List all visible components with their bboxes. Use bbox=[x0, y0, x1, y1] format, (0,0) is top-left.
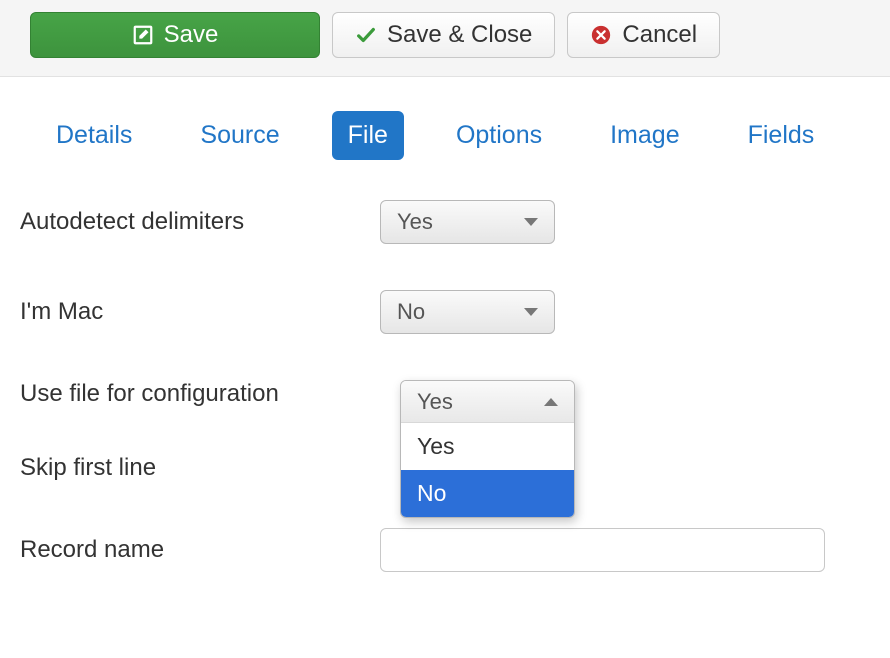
toolbar: Save Save & Close Cancel bbox=[0, 0, 890, 77]
tab-image[interactable]: Image bbox=[594, 111, 695, 160]
autodetect-select[interactable]: Yes bbox=[380, 200, 555, 244]
save-close-button[interactable]: Save & Close bbox=[332, 12, 555, 58]
im-mac-select-value: No bbox=[397, 299, 425, 325]
chevron-up-icon bbox=[544, 398, 558, 406]
tab-fields[interactable]: Fields bbox=[732, 111, 831, 160]
skip-first-label: Skip first line bbox=[20, 454, 380, 482]
tab-bar: Details Source File Options Image Fields bbox=[0, 77, 890, 160]
chevron-down-icon bbox=[524, 218, 538, 226]
record-name-input[interactable] bbox=[380, 528, 825, 572]
use-file-label: Use file for configuration bbox=[20, 380, 380, 408]
use-file-option-yes[interactable]: Yes bbox=[401, 423, 574, 470]
record-name-label: Record name bbox=[20, 536, 380, 564]
use-file-select-display: Yes bbox=[417, 389, 453, 415]
autodetect-label: Autodetect delimiters bbox=[20, 208, 380, 236]
save-button-label: Save bbox=[164, 23, 219, 47]
chevron-down-icon bbox=[524, 308, 538, 316]
tab-source[interactable]: Source bbox=[184, 111, 295, 160]
check-icon bbox=[355, 24, 377, 46]
cancel-icon bbox=[590, 24, 612, 46]
cancel-button[interactable]: Cancel bbox=[567, 12, 720, 58]
cancel-button-label: Cancel bbox=[622, 23, 697, 47]
use-file-select-open[interactable]: Yes Yes No bbox=[400, 380, 575, 518]
tab-file[interactable]: File bbox=[332, 111, 404, 160]
use-file-select-head[interactable]: Yes bbox=[401, 381, 574, 423]
tab-options[interactable]: Options bbox=[440, 111, 558, 160]
autodetect-select-value: Yes bbox=[397, 209, 433, 235]
save-close-button-label: Save & Close bbox=[387, 23, 532, 47]
im-mac-label: I'm Mac bbox=[20, 298, 380, 326]
save-button[interactable]: Save bbox=[30, 12, 320, 58]
im-mac-select[interactable]: No bbox=[380, 290, 555, 334]
edit-icon bbox=[132, 24, 154, 46]
use-file-option-no[interactable]: No bbox=[401, 470, 574, 517]
file-form: Autodetect delimiters Yes I'm Mac No Use… bbox=[0, 160, 890, 572]
tab-details[interactable]: Details bbox=[40, 111, 148, 160]
